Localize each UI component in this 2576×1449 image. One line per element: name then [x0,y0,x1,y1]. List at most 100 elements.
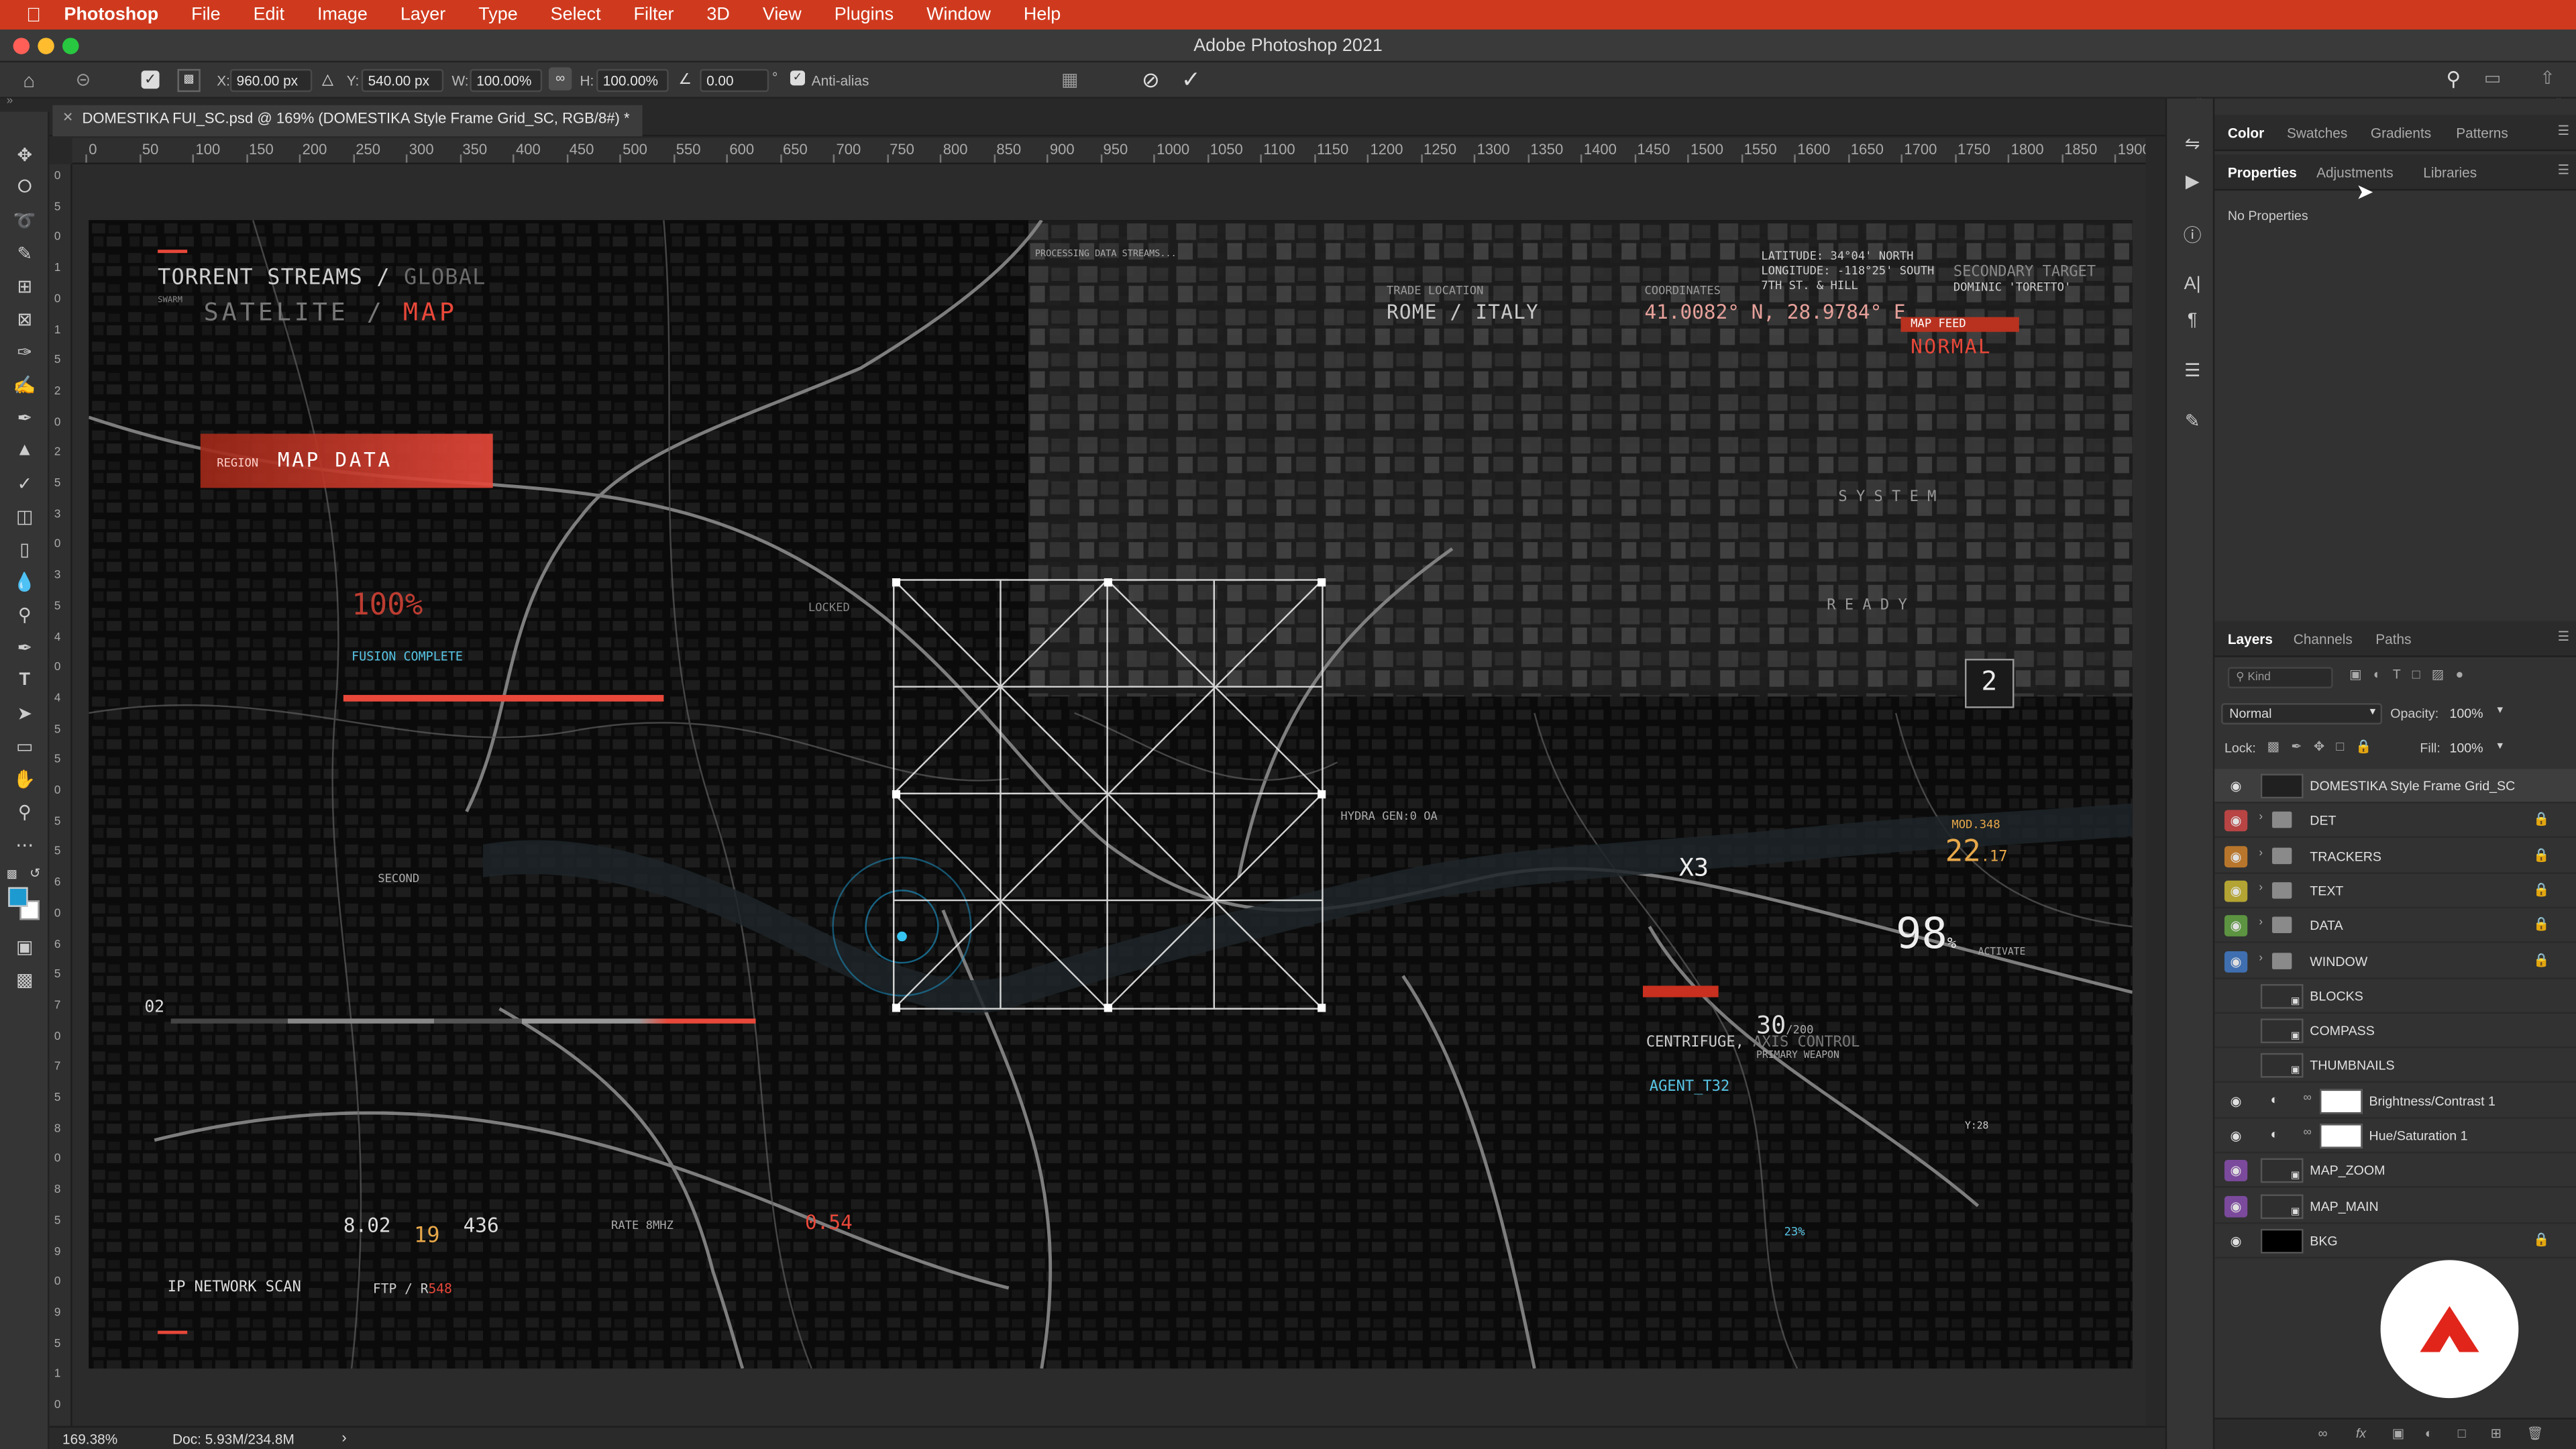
screen-mode-icon[interactable]: ▩ [11,966,38,992]
artboard-canvas[interactable]: TORRENT STREAMS / GLOBAL SWARM SATELITE … [89,220,2133,1369]
zoom-tool-icon[interactable]: ⚲ [11,798,38,824]
layer-row[interactable]: ▣ BLOCKS [2214,979,2576,1014]
menu-type[interactable]: Type [478,5,517,24]
frame-tool-icon[interactable]: ⊠ [11,306,38,332]
document-tab[interactable]: ✕ DOMESTIKA FUI_SC.psd @ 169% (DOMESTIKA… [52,105,643,137]
antialias-checkbox[interactable]: ✓ [790,70,806,86]
link-icon[interactable]: ∞ [548,67,572,91]
layer-thumbnail[interactable] [2260,1228,2304,1254]
menu-window[interactable]: Window [926,5,991,24]
mask-link-icon[interactable]: ∞ [2303,1127,2311,1138]
brush-settings-icon[interactable]: ✎ [2180,409,2205,434]
opacity-value[interactable]: 100% [2449,705,2496,724]
reference-point-icon[interactable]: ▩ [177,68,201,93]
cancel-transform-icon[interactable]: ⊘ [1142,67,1160,93]
layer-row[interactable]: ◉ › TEXT 🔒 [2214,874,2576,909]
panel-menu-icon[interactable]: ☰ [2558,123,2570,138]
eye-visible-icon[interactable]: ◉ [2224,950,2248,972]
menu-help[interactable]: Help [1024,5,1061,24]
layer-row[interactable]: ◉ BKG 🔒 [2214,1224,2576,1258]
horizontal-ruler[interactable]: 0 50 100 150 200 250 300 350 400 450 500 550 600 650 7… [72,138,2146,164]
fill-chevron-icon[interactable]: ▾ [2497,739,2503,752]
eye-visible-icon[interactable]: ◉ [2224,1090,2247,1112]
tab-channels[interactable]: Channels [2294,631,2353,647]
history-brush-tool-icon[interactable]: ✓ [11,470,38,496]
blur-tool-icon[interactable]: 💧 [11,568,38,594]
layer-thumbnail[interactable] [2260,773,2304,799]
quick-select-tool-icon[interactable]: ✎ [11,240,38,266]
tab-patterns[interactable]: Patterns [2456,125,2508,141]
layer-row[interactable]: ◉ ◐ ∞ Hue/Saturation 1 [2214,1119,2576,1154]
hand-tool-icon[interactable]: ✋ [11,765,38,792]
layer-row[interactable]: ◉ › TRACKERS 🔒 [2214,839,2576,873]
eye-visible-icon[interactable]: ◉ [2224,1126,2247,1147]
close-tab-icon[interactable]: ✕ [62,110,73,125]
layer-lock-icon[interactable]: 🔒 [2533,917,2549,932]
foreground-color-swatch[interactable] [8,887,28,907]
expand-group-chevron-icon[interactable]: › [2259,847,2263,859]
layer-lock-icon[interactable]: 🔒 [2533,847,2549,862]
layer-lock-icon[interactable]: 🔒 [2533,882,2549,897]
tab-gradients[interactable]: Gradients [2371,125,2431,141]
layer-row[interactable]: ◉ › WINDOW 🔒 [2214,944,2576,979]
tab-paths[interactable]: Paths [2375,631,2411,647]
history-panel-icon[interactable]: ⇋ [2180,131,2205,156]
menu-select[interactable]: Select [551,5,601,24]
layer-mask-thumbnail[interactable] [2319,1124,2363,1148]
tab-color[interactable]: Color [2228,125,2264,141]
eye-visible-icon[interactable]: ◉ [2224,775,2247,797]
rectangle-tool-icon[interactable]: ▭ [11,733,38,759]
reference-point-checkbox[interactable]: ✓ [141,70,160,89]
share-icon[interactable]: ⇧ [2540,67,2555,89]
eye-visible-icon[interactable]: ◉ [2224,810,2248,832]
layer-row[interactable]: ▣ THUMBNAILS [2214,1049,2576,1083]
eye-visible-icon[interactable]: ◉ [2224,845,2248,867]
layer-filter-icons[interactable]: ▣◐T□▨● [2349,667,2475,682]
marquee-tool-icon[interactable]: ⭘ [11,174,38,201]
character-panel-icon[interactable]: A| [2180,271,2205,296]
status-zoom[interactable]: 169.38% [62,1431,117,1447]
expand-group-chevron-icon[interactable]: › [2259,917,2263,928]
layer-thumbnail[interactable]: ▣ [2260,1193,2304,1219]
eye-hidden-icon[interactable] [2224,1055,2247,1077]
apple-icon[interactable]:  [26,3,41,26]
layer-thumbnail[interactable]: ▣ [2260,1053,2304,1079]
info-panel-icon[interactable]: ⓘ [2180,222,2205,247]
layer-lock-icon[interactable]: 🔒 [2533,1232,2549,1246]
layer-row[interactable]: ◉ ▣ MAP_MAIN [2214,1189,2576,1224]
menu-app-name[interactable]: Photoshop [64,5,159,24]
workspace-icon[interactable]: ▭ [2484,67,2501,89]
tab-adjustments[interactable]: Adjustments [2316,164,2394,180]
brush-tool-icon[interactable]: ✒ [11,404,38,430]
tab-swatches[interactable]: Swatches [2287,125,2347,141]
opacity-chevron-icon[interactable]: ▾ [2497,703,2503,716]
eye-visible-icon[interactable]: ◉ [2224,1160,2248,1182]
menu-filter[interactable]: Filter [634,5,674,24]
new-layer-icon[interactable]: ⊞ [2491,1426,2502,1441]
path-select-tool-icon[interactable]: ➤ [11,700,38,726]
warp-icon[interactable]: ▦ [1061,69,1078,90]
tab-properties[interactable]: Properties [2228,164,2297,180]
eye-hidden-icon[interactable] [2224,1020,2247,1042]
new-group-icon[interactable]: □ [2458,1426,2466,1441]
mask-link-icon[interactable]: ∞ [2303,1092,2311,1104]
adjustments-panel-icon[interactable]: ☰ [2180,358,2205,383]
x-field[interactable]: 960.00 px [229,68,313,93]
layer-row[interactable]: ◉ ▣ MAP_ZOOM [2214,1154,2576,1189]
layer-lock-icon[interactable]: 🔒 [2533,812,2549,827]
expand-group-chevron-icon[interactable]: › [2259,812,2263,824]
eyedropper-tool-icon[interactable]: ✑ [11,338,38,364]
eye-visible-icon[interactable]: ◉ [2224,1230,2247,1252]
angle-field[interactable]: 0.00 [700,68,769,93]
menu-layer[interactable]: Layer [400,5,445,24]
transform-icon[interactable]: ⊝ [76,69,91,90]
tab-layers[interactable]: Layers [2228,631,2273,647]
blend-mode-select[interactable]: Normal ▾ [2221,703,2383,725]
layer-thumbnail[interactable]: ▣ [2260,983,2304,1009]
fill-value[interactable]: 100% [2449,741,2483,755]
move-tool-icon[interactable]: ✥ [11,142,38,168]
eye-visible-icon[interactable]: ◉ [2224,1195,2248,1217]
actions-panel-icon[interactable]: ▶ [2180,169,2205,194]
dodge-tool-icon[interactable]: ⚲ [11,601,38,627]
panel-menu-icon-2[interactable]: ☰ [2558,162,2570,177]
